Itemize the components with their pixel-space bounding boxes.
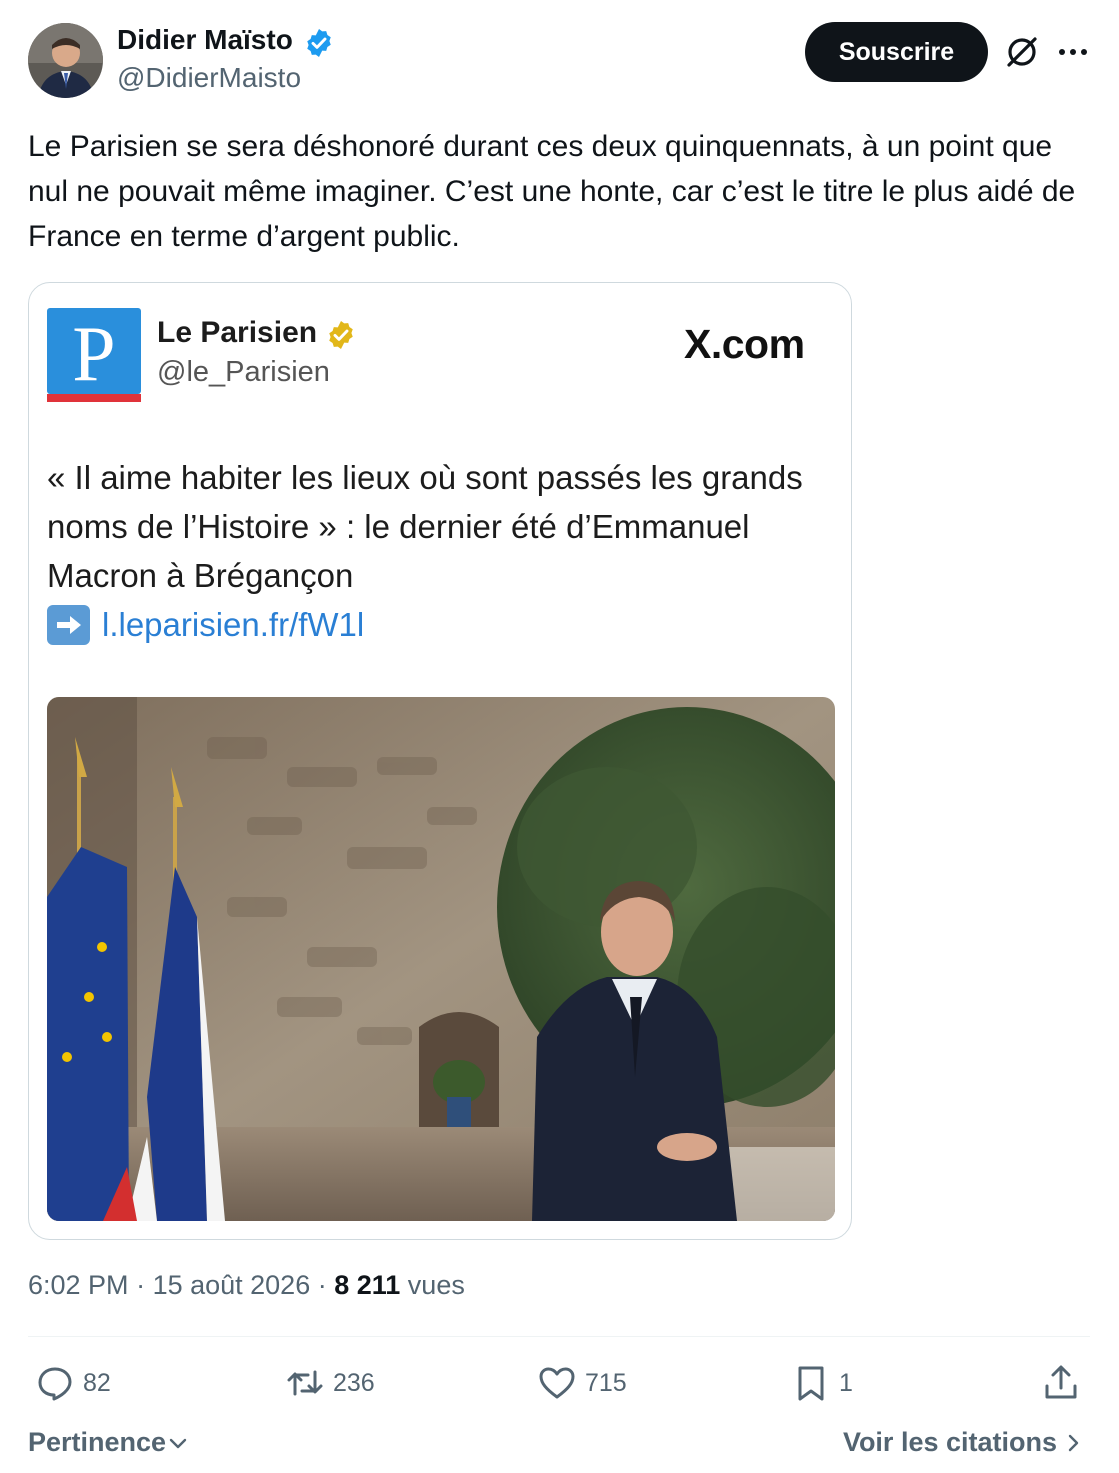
bookmark-count: 1 <box>839 1368 853 1397</box>
right-arrow-icon <box>47 605 90 645</box>
views-label: vues <box>400 1270 465 1300</box>
share-button[interactable] <box>1042 1360 1080 1406</box>
like-button[interactable]: 715 <box>538 1360 627 1406</box>
tweet-time[interactable]: 6:02 PM <box>28 1270 129 1300</box>
author-handle[interactable]: @DidierMaisto <box>117 62 301 94</box>
repost-button[interactable]: 236 <box>286 1360 375 1406</box>
tweet-meta: 6:02 PM · 15 août 2026 · 8 211 vues <box>28 1270 465 1301</box>
quoted-text: « Il aime habiter les lieux où sont pass… <box>47 459 803 594</box>
view-quotes-link[interactable]: Voir les citations <box>843 1427 1085 1458</box>
more-dots-icon[interactable] <box>1055 40 1091 64</box>
gold-verified-badge-icon <box>325 319 357 351</box>
repost-count: 236 <box>333 1368 375 1397</box>
sort-dropdown[interactable]: Pertinence <box>28 1427 190 1458</box>
meta-separator: · <box>128 1270 153 1300</box>
reply-count: 82 <box>83 1368 111 1397</box>
share-icon <box>1045 1365 1077 1399</box>
subscribe-button[interactable]: Souscrire <box>805 22 988 82</box>
reply-icon <box>38 1367 72 1401</box>
bookmark-icon <box>798 1366 824 1401</box>
view-quotes-label: Voir les citations <box>842 1427 1057 1457</box>
quoted-link-line: l.leparisien.fr/fW1l <box>47 602 364 648</box>
repost-icon <box>287 1370 323 1396</box>
heart-icon <box>539 1367 575 1399</box>
quoted-link: l.leparisien.fr/fW1l <box>102 606 365 643</box>
avatar[interactable] <box>28 23 103 98</box>
quoted-handle: @le_Parisien <box>157 356 330 388</box>
author-name[interactable]: Didier Maïsto <box>117 24 293 56</box>
meta-separator: · <box>310 1270 335 1300</box>
quoted-name: Le Parisien <box>157 316 318 349</box>
x-com-label: X.com <box>684 321 805 367</box>
reply-button[interactable]: 82 <box>36 1360 111 1406</box>
bookmark-button[interactable]: 1 <box>792 1360 853 1406</box>
like-count: 715 <box>585 1368 627 1397</box>
sort-label: Pertinence <box>28 1427 167 1457</box>
divider <box>28 1336 1090 1337</box>
le-parisien-logo: P <box>47 308 141 402</box>
grok-icon[interactable] <box>1003 33 1041 71</box>
tweet-date[interactable]: 15 août 2026 <box>153 1270 311 1300</box>
tweet-text: Le Parisien se sera déshonoré durant ces… <box>28 130 1076 253</box>
quoted-image-card[interactable]: P Le Parisien @le_Parisien X.com « Il ai… <box>28 282 852 1240</box>
macron-bregancon-photo <box>47 697 835 1221</box>
chevron-down-icon <box>169 1438 187 1448</box>
views-count: 8 211 <box>334 1270 401 1300</box>
svg-text:P: P <box>72 310 115 397</box>
chevron-right-icon <box>1068 1434 1079 1451</box>
verified-badge-icon <box>303 27 335 59</box>
